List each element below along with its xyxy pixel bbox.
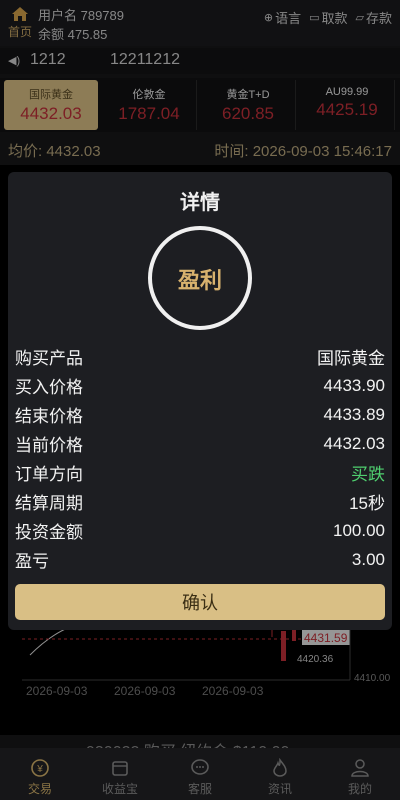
order-detail-modal: 详情 盈利 购买产品 国际黄金 买入价格 4433.90 结束价格 4433.89 当… xyxy=(8,172,392,630)
detail-label: 结束价格 xyxy=(15,407,83,426)
detail-label: 购买产品 xyxy=(15,349,83,368)
detail-row: 结算周期 15秒 xyxy=(15,487,385,516)
detail-value: 3.00 xyxy=(351,549,385,569)
detail-value: 国际黄金 xyxy=(317,349,385,368)
detail-label: 投资金额 xyxy=(15,523,83,542)
modal-title: 详情 xyxy=(180,192,220,214)
result-ring: 盈利 xyxy=(148,226,252,330)
detail-row: 投资金额 100.00 xyxy=(15,516,385,545)
confirm-button[interactable]: 确认 xyxy=(15,584,385,620)
detail-list: 购买产品 国际黄金 买入价格 4433.90 结束价格 4433.89 当前价格 443… xyxy=(15,342,385,574)
detail-label: 结算周期 xyxy=(15,494,83,513)
detail-value: 4433.90 xyxy=(323,375,385,395)
detail-label: 当前价格 xyxy=(15,436,83,455)
detail-row: 订单方向 买跌 xyxy=(15,458,385,487)
detail-row: 当前价格 4432.03 xyxy=(15,429,385,458)
result-status: 盈利 xyxy=(177,268,222,293)
detail-row: 结束价格 4433.89 xyxy=(15,400,385,429)
detail-label: 盈亏 xyxy=(15,552,49,571)
detail-value: 4433.89 xyxy=(323,404,385,424)
detail-label: 买入价格 xyxy=(15,378,83,397)
detail-value: 买跌 xyxy=(351,465,385,484)
detail-value: 100.00 xyxy=(333,520,385,540)
detail-label: 订单方向 xyxy=(15,465,83,484)
detail-row: 盈亏 3.00 xyxy=(15,545,385,574)
detail-row: 购买产品 国际黄金 xyxy=(15,342,385,371)
detail-value: 15秒 xyxy=(349,494,385,513)
detail-value: 4432.03 xyxy=(323,433,385,453)
detail-row: 买入价格 4433.90 xyxy=(15,371,385,400)
